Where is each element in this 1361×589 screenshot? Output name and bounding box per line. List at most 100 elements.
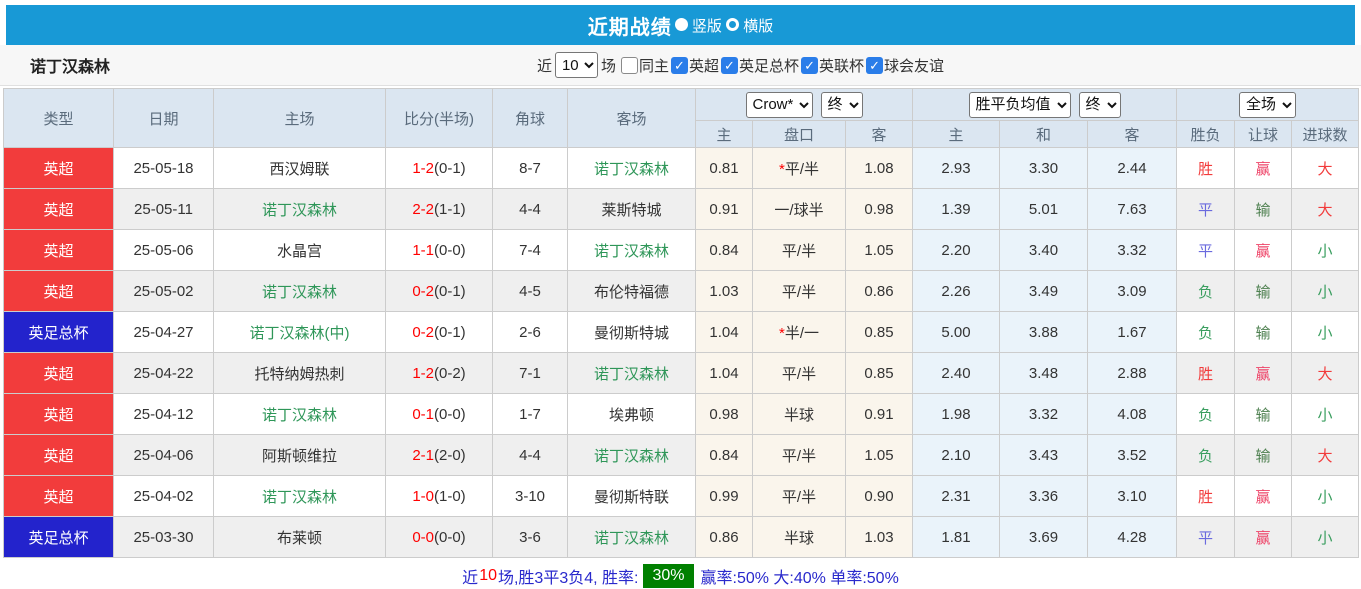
cell-league: 英足总杯	[4, 312, 114, 353]
cell-avg-home: 2.20	[913, 230, 1000, 271]
cell-odds-home: 1.04	[696, 353, 753, 394]
filter-checkbox-label[interactable]: 英联杯	[819, 55, 864, 76]
cell-avg-away: 2.44	[1088, 148, 1177, 189]
cell-result: 平	[1177, 517, 1235, 558]
cell-odds-away: 0.98	[846, 189, 913, 230]
cell-corners: 3-6	[493, 517, 568, 558]
cell-goals-result: 小	[1292, 394, 1359, 435]
cell-avg-home: 1.81	[913, 517, 1000, 558]
cell-away-team: 埃弗顿	[568, 394, 696, 435]
cell-avg-away: 4.08	[1088, 394, 1177, 435]
filter-checkbox-0[interactable]	[621, 57, 638, 74]
cell-handicap-result: 赢	[1235, 148, 1292, 189]
filter-checkbox-4[interactable]: ✓	[866, 57, 883, 74]
cell-avg-away: 3.10	[1088, 476, 1177, 517]
radio-label[interactable]: 竖版	[688, 18, 726, 35]
cell-avg-away: 7.63	[1088, 189, 1177, 230]
cell-goals-result: 大	[1292, 189, 1359, 230]
cell-goals-result: 小	[1292, 517, 1359, 558]
matches-count-select[interactable]: 10	[555, 52, 598, 78]
summary-record: 场,胜3平3负4, 胜率:	[498, 564, 638, 588]
win-rate-badge: 30%	[643, 564, 693, 588]
cell-away-team: 曼彻斯特城	[568, 312, 696, 353]
odds-time-select[interactable]: 终	[821, 92, 863, 118]
odds-company-select[interactable]: Crow*	[746, 92, 813, 118]
cell-handicap-line: 平/半	[753, 435, 846, 476]
filter-checkbox-label[interactable]: 英足总杯	[739, 55, 799, 76]
col-header-avg-draw: 和	[1000, 121, 1088, 148]
cell-handicap-line: 平/半	[753, 476, 846, 517]
cell-date: 25-03-30	[114, 517, 214, 558]
cell-corners: 4-4	[493, 435, 568, 476]
cell-corners: 4-5	[493, 271, 568, 312]
cell-avg-draw: 3.48	[1000, 353, 1088, 394]
period-select[interactable]: 全场	[1239, 92, 1296, 118]
cell-away-team: 诺丁汉森林	[568, 435, 696, 476]
cell-date: 25-04-02	[114, 476, 214, 517]
cell-home-team: 诺丁汉森林	[214, 476, 386, 517]
cell-score: 1-2(0-2)	[386, 353, 493, 394]
filter-checkbox-label[interactable]: 英超	[689, 55, 719, 76]
cell-handicap-line: 半球	[753, 394, 846, 435]
summary-prefix: 近	[462, 564, 478, 588]
cell-odds-home: 0.98	[696, 394, 753, 435]
cell-corners: 3-10	[493, 476, 568, 517]
radio-horizontal-icon[interactable]	[726, 18, 739, 31]
cell-handicap-line: 半球	[753, 517, 846, 558]
cell-avg-home: 5.00	[913, 312, 1000, 353]
cell-avg-draw: 3.30	[1000, 148, 1088, 189]
cell-corners: 4-4	[493, 189, 568, 230]
filter-checkbox-label[interactable]: 同主	[639, 55, 669, 76]
cell-away-team: 诺丁汉森林	[568, 353, 696, 394]
cell-handicap-line: *半/一	[753, 312, 846, 353]
cell-home-team: 阿斯顿维拉	[214, 435, 386, 476]
summary-count: 10	[479, 567, 497, 585]
cell-league: 英超	[4, 230, 114, 271]
filter-checkbox-1[interactable]: ✓	[671, 57, 688, 74]
cell-score: 0-2(0-1)	[386, 271, 493, 312]
cell-result: 负	[1177, 271, 1235, 312]
cell-odds-away: 1.05	[846, 230, 913, 271]
cell-avg-draw: 3.49	[1000, 271, 1088, 312]
cell-league: 英超	[4, 435, 114, 476]
cell-score: 2-1(2-0)	[386, 435, 493, 476]
avg-type-select[interactable]: 胜平负均值	[969, 92, 1071, 118]
cell-handicap-line: 平/半	[753, 230, 846, 271]
results-table: 类型 日期 主场 比分(半场) 角球 客场 Crow* 终 胜平负均值 终	[3, 88, 1359, 558]
radio-vertical-icon[interactable]	[675, 18, 688, 31]
cell-odds-away: 0.85	[846, 353, 913, 394]
filter-checkbox-3[interactable]: ✓	[801, 57, 818, 74]
table-row: 英超25-04-12诺丁汉森林0-1(0-0)1-7埃弗顿0.98半球0.911…	[4, 394, 1359, 435]
cell-home-team: 托特纳姆热刺	[214, 353, 386, 394]
cell-odds-home: 0.81	[696, 148, 753, 189]
cell-corners: 8-7	[493, 148, 568, 189]
avg-time-select[interactable]: 终	[1079, 92, 1121, 118]
cell-date: 25-04-06	[114, 435, 214, 476]
radio-label[interactable]: 横版	[739, 18, 773, 35]
cell-handicap-line: 平/半	[753, 271, 846, 312]
col-header-odds-home: 主	[696, 121, 753, 148]
cell-goals-result: 小	[1292, 271, 1359, 312]
cell-handicap-line: 一/球半	[753, 189, 846, 230]
cell-avg-away: 1.67	[1088, 312, 1177, 353]
cell-home-team: 诺丁汉森林(中)	[214, 312, 386, 353]
cell-odds-away: 1.03	[846, 517, 913, 558]
cell-handicap-result: 赢	[1235, 517, 1292, 558]
cell-result: 负	[1177, 435, 1235, 476]
cell-avg-home: 1.39	[913, 189, 1000, 230]
table-row: 英超25-05-06水晶宫1-1(0-0)7-4诺丁汉森林0.84平/半1.05…	[4, 230, 1359, 271]
filter-checkbox-label[interactable]: 球会友谊	[884, 55, 944, 76]
cell-avg-home: 2.93	[913, 148, 1000, 189]
cell-odds-away: 0.85	[846, 312, 913, 353]
cell-handicap-result: 赢	[1235, 476, 1292, 517]
cell-result: 胜	[1177, 148, 1235, 189]
cell-score: 1-0(1-0)	[386, 476, 493, 517]
cell-goals-result: 小	[1292, 476, 1359, 517]
cell-score: 0-2(0-1)	[386, 312, 493, 353]
col-header-handicap-result: 让球	[1235, 121, 1292, 148]
cell-date: 25-04-22	[114, 353, 214, 394]
cell-league: 英超	[4, 394, 114, 435]
cell-avg-home: 1.98	[913, 394, 1000, 435]
title-bar: 近期战绩 竖版 横版	[6, 5, 1355, 45]
filter-checkbox-2[interactable]: ✓	[721, 57, 738, 74]
